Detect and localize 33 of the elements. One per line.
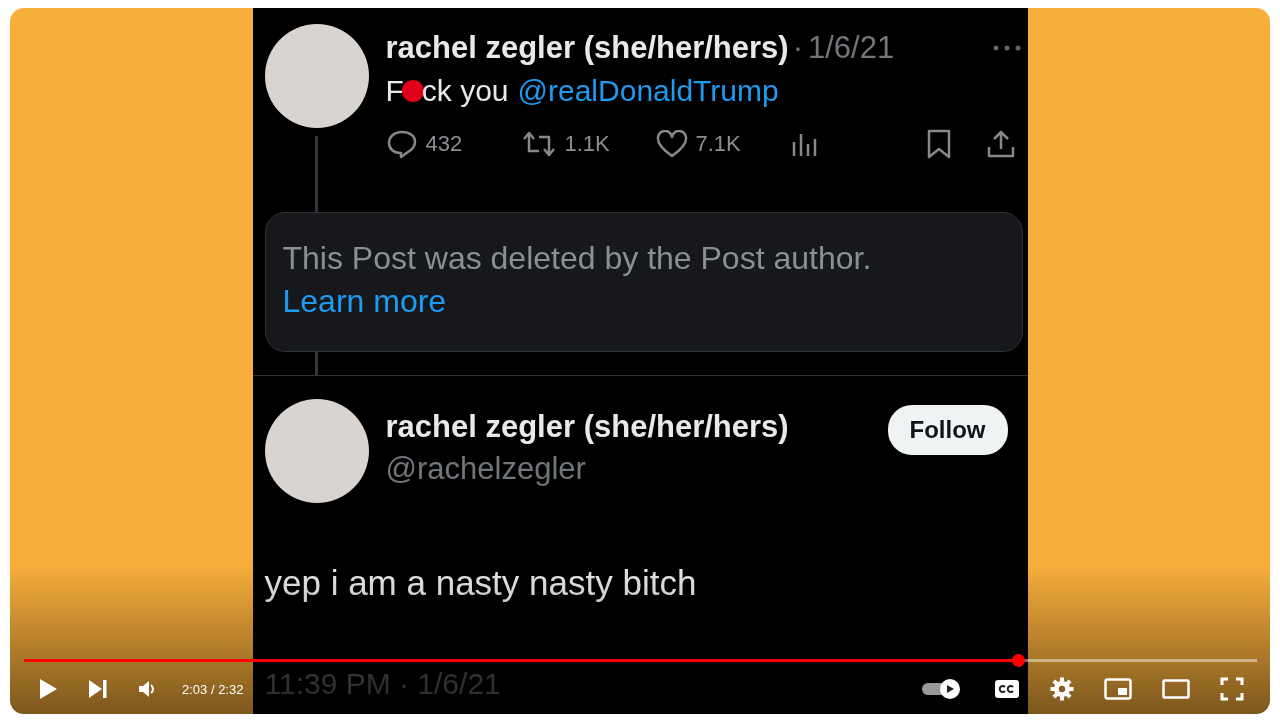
stat-count: 432 <box>425 131 463 157</box>
next-icon[interactable] <box>88 679 108 699</box>
play-icon <box>945 684 955 694</box>
censor-dot <box>401 80 424 102</box>
post-text: yep i am a nasty nasty bitch <box>264 563 698 603</box>
stat-count: 1.1K <box>564 131 610 157</box>
post-date: 1/6/21 <box>808 30 895 66</box>
miniplayer-icon[interactable] <box>1104 678 1132 700</box>
settings-icon[interactable] <box>1050 677 1074 701</box>
author-name: rachel zegler (she/her/hers) <box>385 30 789 66</box>
share-icon[interactable] <box>985 129 1016 159</box>
bookmark-icon[interactable] <box>925 128 952 160</box>
author-name: rachel zegler (she/her/hers) <box>385 409 789 445</box>
time-display: 2:03 / 2:32 <box>182 681 244 697</box>
notice-text: This Post was deleted by the Post author. <box>282 239 873 278</box>
heart-icon[interactable] <box>655 130 688 158</box>
separator: · <box>792 30 803 66</box>
captions-icon[interactable] <box>994 679 1020 699</box>
post-text: ck you <box>421 74 509 108</box>
post-text: F <box>385 74 404 108</box>
volume-icon[interactable] <box>138 680 156 698</box>
fullscreen-icon[interactable] <box>1220 677 1244 701</box>
autoplay-toggle[interactable] <box>922 679 960 699</box>
stat-count: 7.1K <box>695 131 741 157</box>
repost-icon[interactable] <box>520 130 557 158</box>
more-icon[interactable] <box>991 44 1022 52</box>
reply-icon[interactable] <box>385 129 418 159</box>
learn-more-link[interactable]: Learn more <box>282 283 447 319</box>
follow-button[interactable]: Follow <box>887 405 1008 455</box>
play-icon[interactable] <box>38 678 58 700</box>
theater-mode-icon[interactable] <box>1162 679 1190 699</box>
mention-link[interactable]: @realDonaldTrump <box>517 74 779 108</box>
author-handle: @rachelzegler <box>385 451 587 487</box>
